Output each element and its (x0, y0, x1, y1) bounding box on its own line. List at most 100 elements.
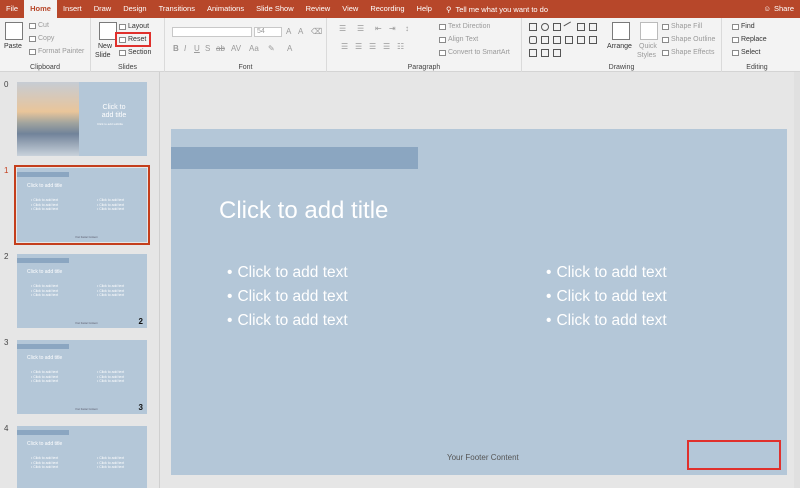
tab-file[interactable]: File (0, 0, 24, 18)
select-label: Select (741, 49, 761, 56)
copy-button[interactable]: Copy (29, 35, 54, 42)
bullet-item: Click to add text (227, 285, 347, 309)
line-spacing-icon[interactable]: ↕ (405, 24, 409, 33)
shape-elbow-icon[interactable] (565, 36, 573, 44)
new-slide-button[interactable]: New (98, 43, 112, 50)
shape-oval-icon[interactable] (541, 23, 549, 31)
tab-draw[interactable]: Draw (88, 0, 118, 18)
tab-design[interactable]: Design (117, 0, 152, 18)
slide-number-placeholder-highlight[interactable] (687, 440, 781, 470)
slide-title-placeholder[interactable]: Click to add title (219, 197, 388, 225)
strikethrough-icon[interactable]: ab (216, 44, 225, 53)
shape-fill-button[interactable]: Shape Fill (662, 23, 702, 30)
spacing-icon[interactable]: AV (231, 44, 241, 53)
clear-format-icon[interactable]: ⌫ (311, 27, 322, 36)
fill-bucket-icon (662, 23, 669, 30)
paste-button[interactable]: Paste (4, 43, 22, 50)
slide-footer[interactable]: Your Footer Content (447, 453, 519, 462)
bold-icon[interactable]: B (173, 44, 179, 53)
shape-rounded-icon[interactable] (529, 36, 537, 44)
shape-arrow-icon[interactable] (577, 23, 585, 31)
tab-insert[interactable]: Insert (57, 0, 88, 18)
shape-connector-icon[interactable] (589, 23, 597, 31)
grow-font-icon[interactable]: A (286, 27, 291, 36)
bullets-icon[interactable]: ☰ (339, 24, 346, 33)
slide-number-4: 4 (4, 424, 9, 433)
vertical-scrollbar[interactable] (794, 72, 800, 488)
shape-line-icon[interactable] (563, 21, 575, 33)
cut-label: Cut (38, 22, 49, 29)
find-button[interactable]: Find (732, 23, 755, 30)
numbering-icon[interactable]: ☰ (357, 24, 364, 33)
tab-view[interactable]: View (336, 0, 364, 18)
slide-thumbnail-2[interactable]: Click to add title • Click to add text •… (17, 254, 147, 328)
find-label: Find (741, 23, 755, 30)
tab-review[interactable]: Review (300, 0, 337, 18)
tab-animations[interactable]: Animations (201, 0, 250, 18)
shape-pentagon-icon[interactable] (541, 49, 549, 57)
shape-curve-icon[interactable] (577, 36, 585, 44)
shape-star-icon[interactable] (589, 36, 597, 44)
slide-thumbnail-4[interactable]: Click to add title • Click to add text •… (17, 426, 147, 488)
tab-home[interactable]: Home (24, 0, 57, 18)
editing-group-label: Editing (746, 64, 768, 71)
text-direction-button[interactable]: Text Direction (439, 23, 490, 30)
select-button[interactable]: Select (732, 49, 760, 56)
cut-button[interactable]: Cut (29, 22, 49, 29)
current-slide[interactable]: Click to add title Click to add text Cli… (171, 129, 787, 475)
slide-editing-area[interactable]: Click to add title Click to add text Cli… (161, 72, 800, 488)
columns-icon[interactable]: ☷ (397, 42, 404, 51)
tab-recording[interactable]: Recording (364, 0, 410, 18)
shape-fill-label: Shape Fill (671, 23, 703, 30)
layout-button[interactable]: Layout (119, 23, 149, 30)
slide-number-2: 2 (4, 252, 9, 261)
shape-heart-icon[interactable] (553, 49, 561, 57)
shape-textbox-icon[interactable] (553, 23, 561, 31)
arrange-button[interactable]: Arrange (607, 43, 632, 50)
thumb-bullet: • Click to add text (97, 379, 125, 383)
highlight-icon[interactable]: ✎ (268, 44, 275, 53)
shape-rectangle-icon[interactable] (529, 23, 537, 31)
tab-transitions[interactable]: Transitions (153, 0, 201, 18)
shape-outline-button[interactable]: Shape Outline (662, 36, 715, 43)
replace-button[interactable]: Replace (732, 36, 767, 43)
tell-me-box[interactable]: ⚲ Tell me what you want to do (446, 5, 548, 14)
increase-indent-icon[interactable]: ⇥ (389, 24, 396, 33)
align-text-button[interactable]: Align Text (439, 36, 478, 43)
justify-icon[interactable]: ☰ (383, 42, 390, 51)
slide-thumbnail-0[interactable]: Click to add title Click to add subtitle (17, 82, 147, 156)
shape-bracket-icon[interactable] (553, 36, 561, 44)
text-direction-icon (439, 23, 446, 30)
tab-slide-show[interactable]: Slide Show (250, 0, 300, 18)
quick-styles-button[interactable]: Quick (639, 43, 657, 50)
section-button[interactable]: Section (119, 49, 151, 56)
share-button[interactable]: ☺ Share (763, 0, 794, 18)
font-size-box[interactable]: 54 (254, 27, 282, 37)
italic-icon[interactable]: I (184, 44, 186, 53)
thumb-footer-2: Your Footer Content (75, 322, 98, 325)
shrink-font-icon[interactable]: A (298, 27, 303, 36)
find-icon (732, 23, 739, 30)
format-painter-button[interactable]: Format Painter (29, 48, 84, 55)
shadow-icon[interactable]: S (205, 44, 210, 53)
right-content-placeholder[interactable]: Click to add text Click to add text Clic… (546, 261, 666, 333)
slide-thumbnail-3[interactable]: Click to add title • Click to add text •… (17, 340, 147, 414)
underline-icon[interactable]: U (194, 44, 200, 53)
shape-brace-icon[interactable] (529, 49, 537, 57)
decrease-indent-icon[interactable]: ⇤ (375, 24, 382, 33)
tab-help[interactable]: Help (411, 0, 438, 18)
slide-thumbnail-panel[interactable]: 0 Click to add title Click to add subtit… (0, 72, 160, 488)
align-right-icon[interactable]: ☰ (369, 42, 376, 51)
align-left-icon[interactable]: ☰ (341, 42, 348, 51)
convert-smartart-button[interactable]: Convert to SmartArt (439, 49, 510, 56)
align-center-icon[interactable]: ☰ (355, 42, 362, 51)
shape-triangle-icon[interactable] (541, 36, 549, 44)
change-case-icon[interactable]: Aa (249, 44, 259, 53)
shape-effects-button[interactable]: Shape Effects (662, 49, 714, 56)
slide-number-1: 1 (4, 166, 9, 175)
font-color-icon[interactable]: A (287, 44, 292, 53)
font-name-box[interactable] (172, 27, 252, 37)
left-content-placeholder[interactable]: Click to add text Click to add text Clic… (227, 261, 347, 333)
slide-thumbnail-1[interactable]: Click to add title • Click to add text •… (14, 165, 150, 245)
thumb-bullets-right-1: • Click to add text • Click to add text … (97, 198, 124, 212)
